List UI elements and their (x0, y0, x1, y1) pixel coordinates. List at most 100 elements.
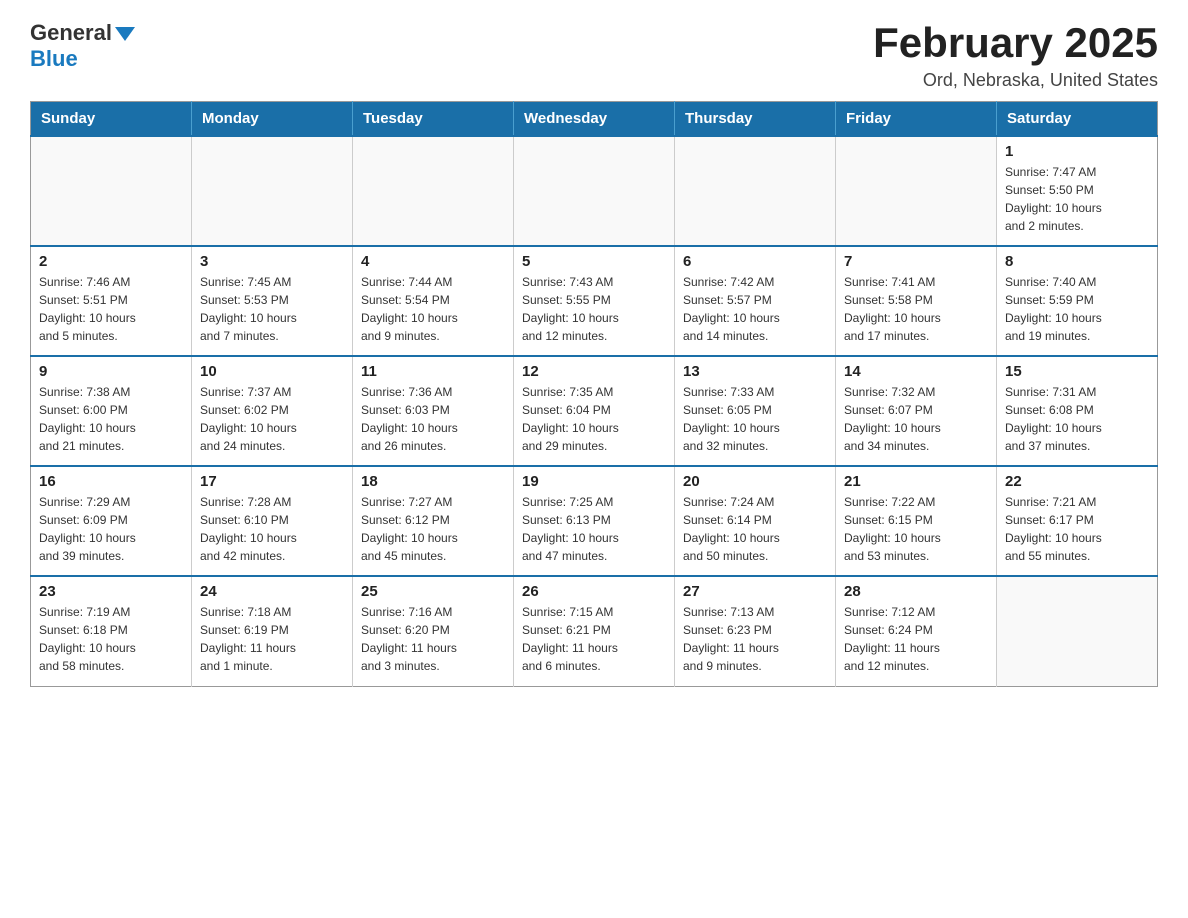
day-number: 8 (1005, 253, 1149, 270)
day-number: 23 (39, 583, 183, 600)
week-row-2: 2 Sunrise: 7:46 AM Sunset: 5:51 PM Daylig… (31, 246, 1158, 356)
calendar-cell: 9 Sunrise: 7:38 AM Sunset: 6:00 PM Daylig… (31, 356, 192, 466)
day-info: Sunrise: 7:31 AM Sunset: 6:08 PM Dayligh… (1005, 383, 1149, 455)
day-info: Sunrise: 7:43 AM Sunset: 5:55 PM Dayligh… (522, 273, 666, 345)
logo: General Blue (30, 20, 135, 72)
calendar-cell: 10 Sunrise: 7:37 AM Sunset: 6:02 PM Dayli… (192, 356, 353, 466)
calendar-cell: 18Sunrise: 7:27 AM Sunset: 6:12 PM Dayli… (353, 466, 514, 576)
day-number: 13 (683, 363, 827, 380)
day-number: 6 (683, 253, 827, 270)
calendar-cell: 4 Sunrise: 7:44 AM Sunset: 5:54 PM Daylig… (353, 246, 514, 356)
calendar-cell (836, 136, 997, 246)
calendar-cell (192, 136, 353, 246)
day-info: Sunrise: 7:38 AM Sunset: 6:00 PM Dayligh… (39, 383, 183, 455)
day-info: Sunrise: 7:47 AM Sunset: 5:50 PM Dayligh… (1005, 163, 1149, 235)
calendar-cell: 14 Sunrise: 7:32 AM Sunset: 6:07 PM Dayli… (836, 356, 997, 466)
day-number: 24 (200, 583, 344, 600)
day-info: Sunrise: 7:35 AM Sunset: 6:04 PM Dayligh… (522, 383, 666, 455)
day-info: Sunrise: 7:40 AM Sunset: 5:59 PM Dayligh… (1005, 273, 1149, 345)
day-header-saturday: Saturday (997, 102, 1158, 137)
calendar-cell: 20Sunrise: 7:24 AM Sunset: 6:14 PM Dayli… (675, 466, 836, 576)
logo-blue-text: Blue (30, 46, 78, 72)
day-info: Sunrise: 7:18 AM Sunset: 6:19 PM Dayligh… (200, 603, 344, 675)
day-info: Sunrise: 7:33 AM Sunset: 6:05 PM Dayligh… (683, 383, 827, 455)
week-row-5: 23 Sunrise: 7:19 AM Sunset: 6:18 PM Dayli… (31, 576, 1158, 686)
calendar-cell: 3 Sunrise: 7:45 AM Sunset: 5:53 PM Daylig… (192, 246, 353, 356)
calendar-cell: 26 Sunrise: 7:15 AM Sunset: 6:21 PM Dayli… (514, 576, 675, 686)
calendar-cell: 6 Sunrise: 7:42 AM Sunset: 5:57 PM Daylig… (675, 246, 836, 356)
day-number: 3 (200, 253, 344, 270)
day-info: Sunrise: 7:12 AM Sunset: 6:24 PM Dayligh… (844, 603, 988, 675)
day-info: Sunrise: 7:32 AM Sunset: 6:07 PM Dayligh… (844, 383, 988, 455)
calendar-cell (675, 136, 836, 246)
day-number: 14 (844, 363, 988, 380)
day-info: Sunrise: 7:41 AM Sunset: 5:58 PM Dayligh… (844, 273, 988, 345)
day-info: Sunrise: 7:44 AM Sunset: 5:54 PM Dayligh… (361, 273, 505, 345)
day-number: 28 (844, 583, 988, 600)
day-info: Sunrise: 7:45 AM Sunset: 5:53 PM Dayligh… (200, 273, 344, 345)
day-number: 25 (361, 583, 505, 600)
calendar-cell: 5Sunrise: 7:43 AM Sunset: 5:55 PM Daylig… (514, 246, 675, 356)
day-info: Sunrise: 7:25 AM Sunset: 6:13 PM Dayligh… (522, 493, 666, 565)
day-info: Sunrise: 7:36 AM Sunset: 6:03 PM Dayligh… (361, 383, 505, 455)
calendar-cell (514, 136, 675, 246)
calendar-cell: 24 Sunrise: 7:18 AM Sunset: 6:19 PM Dayli… (192, 576, 353, 686)
calendar-cell: 19 Sunrise: 7:25 AM Sunset: 6:13 PM Dayli… (514, 466, 675, 576)
day-number: 22 (1005, 473, 1149, 490)
day-number: 16 (39, 473, 183, 490)
day-info: Sunrise: 7:28 AM Sunset: 6:10 PM Dayligh… (200, 493, 344, 565)
day-header-monday: Monday (192, 102, 353, 137)
day-number: 1 (1005, 143, 1149, 160)
day-number: 27 (683, 583, 827, 600)
day-number: 7 (844, 253, 988, 270)
day-info: Sunrise: 7:37 AM Sunset: 6:02 PM Dayligh… (200, 383, 344, 455)
day-number: 9 (39, 363, 183, 380)
calendar-cell: 25 Sunrise: 7:16 AM Sunset: 6:20 PM Dayli… (353, 576, 514, 686)
day-header-friday: Friday (836, 102, 997, 137)
days-header-row: SundayMondayTuesdayWednesdayThursdayFrid… (31, 102, 1158, 137)
calendar-cell: 1 Sunrise: 7:47 AM Sunset: 5:50 PM Daylig… (997, 136, 1158, 246)
calendar-cell: 13 Sunrise: 7:33 AM Sunset: 6:05 PM Dayli… (675, 356, 836, 466)
day-info: Sunrise: 7:15 AM Sunset: 6:21 PM Dayligh… (522, 603, 666, 675)
calendar-table: SundayMondayTuesdayWednesdayThursdayFrid… (30, 101, 1158, 687)
day-number: 19 (522, 473, 666, 490)
calendar-cell (997, 576, 1158, 686)
calendar-cell (353, 136, 514, 246)
day-info: Sunrise: 7:21 AM Sunset: 6:17 PM Dayligh… (1005, 493, 1149, 565)
day-header-thursday: Thursday (675, 102, 836, 137)
location-text: Ord, Nebraska, United States (873, 70, 1158, 91)
week-row-1: 1 Sunrise: 7:47 AM Sunset: 5:50 PM Daylig… (31, 136, 1158, 246)
calendar-cell: 27Sunrise: 7:13 AM Sunset: 6:23 PM Dayli… (675, 576, 836, 686)
day-number: 15 (1005, 363, 1149, 380)
day-info: Sunrise: 7:46 AM Sunset: 5:51 PM Dayligh… (39, 273, 183, 345)
day-header-tuesday: Tuesday (353, 102, 514, 137)
day-info: Sunrise: 7:22 AM Sunset: 6:15 PM Dayligh… (844, 493, 988, 565)
day-header-wednesday: Wednesday (514, 102, 675, 137)
day-number: 17 (200, 473, 344, 490)
calendar-cell: 7 Sunrise: 7:41 AM Sunset: 5:58 PM Daylig… (836, 246, 997, 356)
calendar-cell (31, 136, 192, 246)
day-number: 26 (522, 583, 666, 600)
calendar-cell: 8 Sunrise: 7:40 AM Sunset: 5:59 PM Daylig… (997, 246, 1158, 356)
logo-general-text: General (30, 20, 112, 46)
day-number: 12 (522, 363, 666, 380)
day-info: Sunrise: 7:42 AM Sunset: 5:57 PM Dayligh… (683, 273, 827, 345)
day-info: Sunrise: 7:16 AM Sunset: 6:20 PM Dayligh… (361, 603, 505, 675)
calendar-cell: 12 Sunrise: 7:35 AM Sunset: 6:04 PM Dayli… (514, 356, 675, 466)
day-info: Sunrise: 7:19 AM Sunset: 6:18 PM Dayligh… (39, 603, 183, 675)
calendar-cell: 15 Sunrise: 7:31 AM Sunset: 6:08 PM Dayli… (997, 356, 1158, 466)
calendar-cell: 16Sunrise: 7:29 AM Sunset: 6:09 PM Dayli… (31, 466, 192, 576)
title-section: February 2025 Ord, Nebraska, United Stat… (873, 20, 1158, 91)
day-number: 11 (361, 363, 505, 380)
day-number: 2 (39, 253, 183, 270)
page-header: General Blue February 2025 Ord, Nebraska… (30, 20, 1158, 91)
calendar-cell: 21 Sunrise: 7:22 AM Sunset: 6:15 PM Dayli… (836, 466, 997, 576)
day-number: 20 (683, 473, 827, 490)
week-row-3: 9 Sunrise: 7:38 AM Sunset: 6:00 PM Daylig… (31, 356, 1158, 466)
calendar-cell: 23 Sunrise: 7:19 AM Sunset: 6:18 PM Dayli… (31, 576, 192, 686)
day-number: 21 (844, 473, 988, 490)
day-number: 10 (200, 363, 344, 380)
calendar-cell: 28 Sunrise: 7:12 AM Sunset: 6:24 PM Dayli… (836, 576, 997, 686)
day-number: 4 (361, 253, 505, 270)
day-number: 18 (361, 473, 505, 490)
